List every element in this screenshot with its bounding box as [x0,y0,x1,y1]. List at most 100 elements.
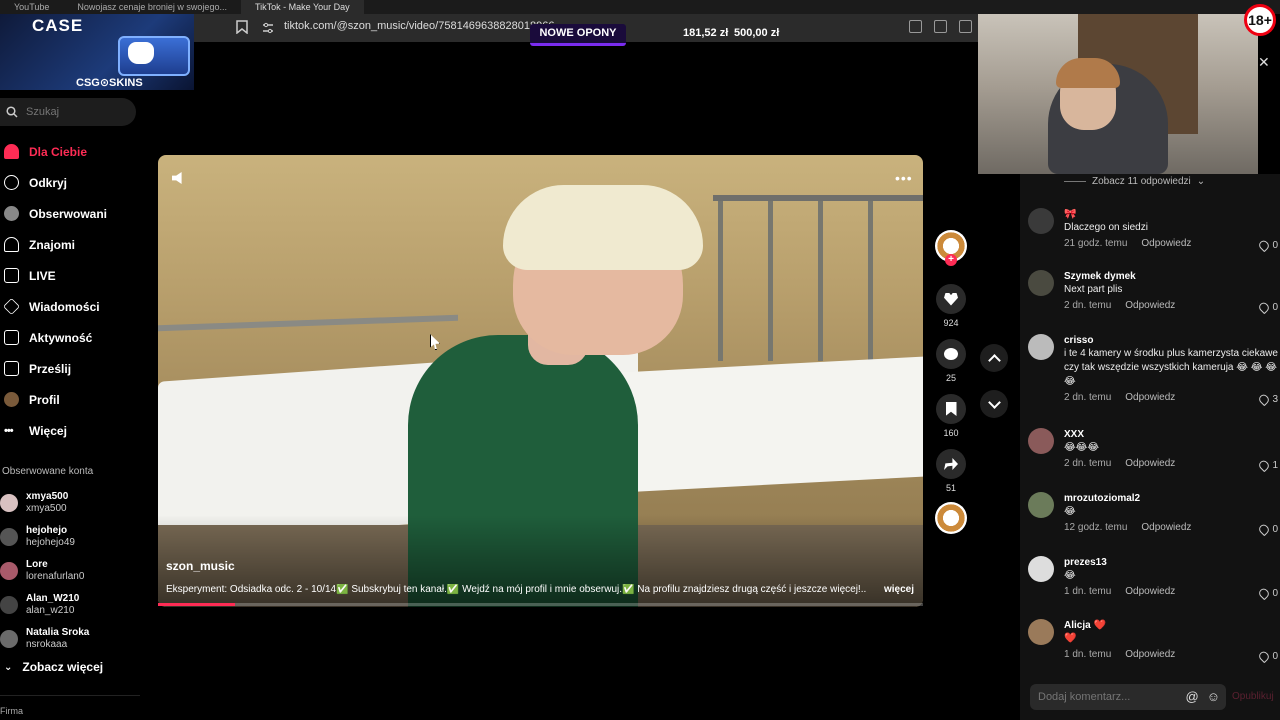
comment-username[interactable]: prezes13 [1064,556,1278,569]
followed-account[interactable]: xmya500 xmya500 [0,486,150,520]
sidebar-item-activity[interactable]: Aktywność [0,322,150,353]
bookmark-icon[interactable] [236,20,248,34]
comment-like-button[interactable]: 3 [1257,392,1278,407]
more-icon: ••• [4,424,14,437]
sidebar-item-following[interactable]: Obserwowani [0,198,150,229]
music-disc[interactable] [934,502,968,534]
next-video-button[interactable] [980,390,1008,418]
description-more-link[interactable]: więcej [884,584,914,595]
avatar[interactable] [1028,270,1054,296]
followed-account[interactable]: Natalia Sroka nsrokaaa [0,622,150,656]
case-title: CASE [32,16,84,35]
share-button[interactable]: 51 [934,449,968,493]
followed-account[interactable]: Lore lorenafurlan0 [0,554,150,588]
comment-username[interactable]: XXX [1064,428,1278,441]
sidebar-item-label: Dla Ciebie [29,144,88,159]
comment-like-button[interactable]: 0 [1257,522,1278,537]
chevron-up-icon [987,353,1001,367]
account-username: alan_w210 [26,605,75,616]
bed-bar [718,201,723,361]
live-icon [4,268,19,283]
sidebar-item-more[interactable]: ••• Więcej [0,415,150,446]
balance-amount: 181,52 zł [683,27,729,39]
save-button[interactable]: 160 [934,394,968,438]
comment-text: Next part plis [1064,284,1123,295]
comment-like-button[interactable]: 1 [1257,458,1278,473]
comment-username[interactable]: 🎀 [1064,208,1278,221]
reply-button[interactable]: Odpowiedz [1125,458,1175,469]
progress-fill [158,603,235,606]
avatar[interactable] [1028,428,1054,454]
comment-like-button[interactable]: 0 [1257,649,1278,664]
mention-icon[interactable]: @ [1186,689,1199,704]
comment-like-button[interactable]: 0 [1257,586,1278,601]
reply-button[interactable]: Odpowiedz [1125,300,1175,311]
reply-button[interactable]: Odpowiedz [1125,586,1175,597]
followed-account[interactable]: Alan_W210 alan_w210 [0,588,150,622]
upload-icon [4,361,19,376]
reply-button[interactable]: Odpowiedz [1125,392,1175,403]
emoji-icon[interactable]: ☺ [1207,689,1220,704]
video-author[interactable]: szon_music [166,559,235,573]
reply-button[interactable]: Odpowiedz [1125,649,1175,660]
friends-icon [4,237,19,252]
view-replies-button[interactable]: Zobacz 11 odpowiedzi ⌄ [1064,176,1205,187]
reply-button[interactable]: Odpowiedz [1141,238,1191,249]
site-settings-icon[interactable] [262,22,274,34]
avatar[interactable] [1028,619,1054,645]
sidebar-item-messages[interactable]: Wiadomości [0,291,150,322]
close-icon[interactable]: ✕ [1258,54,1270,71]
sidebar-item-for-you[interactable]: Dla Ciebie [0,136,150,167]
sidebar-item-explore[interactable]: Odkryj [0,167,150,198]
comment-input-box[interactable]: @ ☺ [1030,684,1226,710]
comment-username[interactable]: Szymek dymek [1064,270,1278,283]
comment-username[interactable]: crisso [1064,334,1278,347]
footer-link-company[interactable]: Firma [0,706,23,716]
previous-video-button[interactable] [980,344,1008,372]
sidebar-item-live[interactable]: LIVE [0,260,150,291]
avatar[interactable] [1028,492,1054,518]
extensions-icon[interactable] [959,20,972,33]
avatar [0,596,18,614]
browser-tab-youtube[interactable]: YouTube [0,0,63,14]
see-more-button[interactable]: ⌄ Zobacz więcej [4,660,103,674]
bed-bar [768,201,773,361]
translate-icon[interactable] [909,20,922,33]
sound-icon [935,502,967,534]
search-bar[interactable] [0,98,136,126]
browser-tab-tiktok[interactable]: TikTok - Make Your Day [240,0,364,14]
comment-button[interactable]: 25 [934,339,968,383]
video-player[interactable] [158,155,923,607]
share-page-icon[interactable] [934,20,947,33]
heart-outline-icon [1257,238,1272,253]
comment-like-button[interactable]: 0 [1257,238,1278,253]
avatar[interactable] [1028,208,1054,234]
sidebar-item-profile[interactable]: Profil [0,384,150,415]
sidebar-item-friends[interactable]: Znajomi [0,229,150,260]
share-count: 51 [945,483,956,493]
like-button[interactable]: 924 [934,284,968,328]
comment-username[interactable]: mrozutoziomal2 [1064,492,1278,505]
comment-like-button[interactable]: 0 [1257,300,1278,315]
creator-avatar[interactable]: + [934,230,968,266]
sidebar-item-label: Odkryj [29,175,68,190]
comment-like-count: 1 [1272,460,1278,471]
video-progress-bar[interactable] [158,603,923,606]
sidebar-item-upload[interactable]: Prześlij [0,353,150,384]
follow-plus-icon[interactable]: + [945,254,957,266]
more-options-icon[interactable]: ••• [895,170,913,186]
avatar[interactable] [1028,556,1054,582]
search-input[interactable] [26,106,126,118]
avatar[interactable] [1028,334,1054,360]
post-comment-button[interactable]: Opublikuj [1232,691,1274,702]
browser-tab-2[interactable]: Nowojasz cenaje broniej w swojego... [63,0,241,14]
bookmark-icon [945,402,957,416]
reply-button[interactable]: Odpowiedz [1141,522,1191,533]
comment-input[interactable] [1038,691,1168,703]
comment-username[interactable]: Alicja ❤️ [1064,619,1278,632]
chevron-down-icon: ⌄ [4,661,13,673]
chevron-down-icon [987,395,1001,409]
heart-outline-icon [1257,300,1272,315]
url-text[interactable]: tiktok.com/@szon_music/video/75814696388… [284,20,554,32]
followed-account[interactable]: hejohejo hejohejo49 [0,520,150,554]
